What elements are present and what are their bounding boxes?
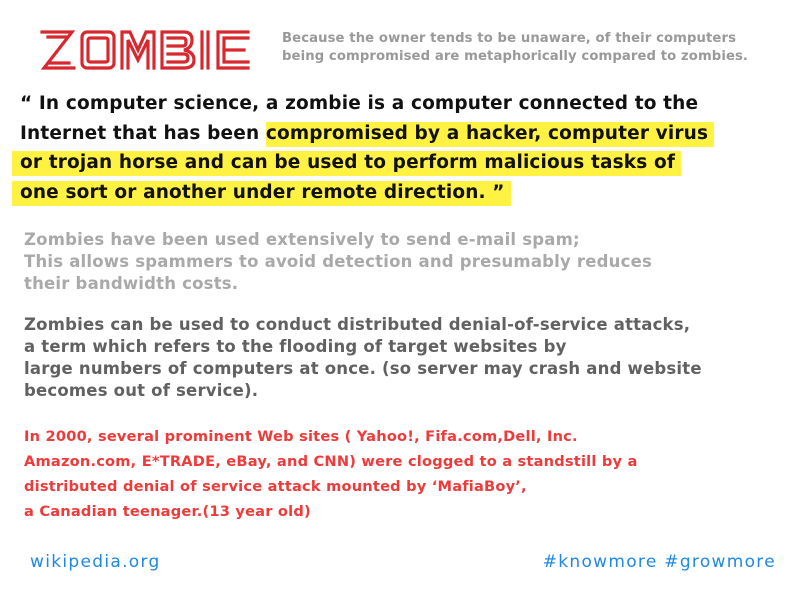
paragraph-line: Zombies have been used extensively to se… — [24, 230, 580, 249]
paragraph-line: Zombies can be used to conduct distribut… — [24, 315, 691, 334]
ddos-paragraph: Zombies can be used to conduct distribut… — [24, 314, 794, 402]
header: Because the owner tends to be unaware, o… — [38, 24, 778, 80]
tagline-line: being compromised are metaphorically com… — [282, 49, 749, 64]
paragraph-line: This allows spammers to avoid detection … — [24, 252, 653, 271]
highlighted-text: compromised by a hacker, computer virus — [265, 121, 715, 147]
paragraph-line: Amazon.com, E*TRADE, eBay, and CNN) were… — [24, 453, 638, 470]
quote-line: one sort or another under remote directi… — [12, 178, 790, 208]
zombie-logo-mark — [40, 30, 250, 70]
paragraph-line: a term which refers to the flooding of t… — [24, 337, 567, 356]
paragraph-line: a Canadian teenager.(13 year old) — [24, 503, 311, 520]
spam-paragraph: Zombies have been used extensively to se… — [24, 229, 794, 295]
paragraph-line: their bandwidth costs. — [24, 274, 239, 293]
highlighted-text: one sort or another under remote directi… — [12, 180, 511, 206]
hashtags: #knowmore #growmore — [542, 552, 776, 572]
highlighted-text: or trojan horse and can be used to perfo… — [12, 151, 682, 176]
history-paragraph: In 2000, several prominent Web sites ( Y… — [24, 424, 794, 524]
source-label: wikipedia.org — [30, 552, 161, 572]
definition-quote: “ In computer science, a zombie is a com… — [12, 89, 790, 208]
paragraph-line: large numbers of computers at once. (so … — [24, 359, 702, 378]
quote-text: Internet that has been — [20, 122, 266, 144]
zombie-logo — [38, 26, 266, 76]
quote-line: or trojan horse and can be used to perfo… — [12, 148, 790, 178]
quote-line: Internet that has been compromised by a … — [20, 119, 790, 149]
paragraph-line: becomes out of service). — [24, 381, 259, 400]
paragraph-line: In 2000, several prominent Web sites ( Y… — [24, 428, 578, 445]
paragraph-line: distributed denial of service attack mou… — [24, 478, 527, 495]
tagline: Because the owner tends to be unaware, o… — [282, 30, 782, 66]
quote-line: “ In computer science, a zombie is a com… — [20, 93, 699, 114]
tagline-line: Because the owner tends to be unaware, o… — [282, 31, 737, 46]
